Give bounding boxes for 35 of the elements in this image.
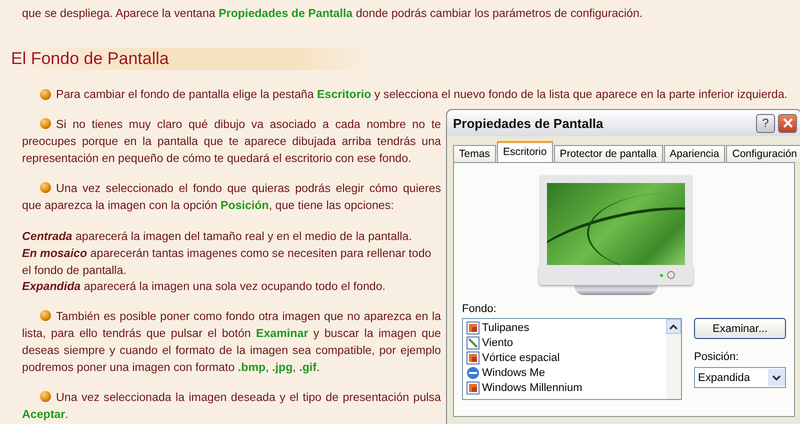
list-item[interactable]: Viento xyxy=(466,335,663,350)
paragraph: Si no tienes muy claro qué dibujo va asociado a cada nombre no te preocupes porque en la pantalla que te aparece dibujada arriba tendrás una representación en pequeño de cómo te quedará el escritorio con ese fondo. xyxy=(22,117,441,168)
paragraph: Una vez seleccionada la imagen deseada y el tipo de presentación pulsa Aceptar. xyxy=(22,390,441,424)
tab[interactable]: Configuración xyxy=(726,145,800,162)
scroll-up-icon[interactable] xyxy=(666,319,681,334)
tab[interactable]: Escritorio xyxy=(496,141,553,162)
list-item[interactable]: Windows Me xyxy=(466,365,663,380)
position-dropdown[interactable]: Expandida xyxy=(694,367,786,388)
paragraph: que se despliega. Aparece la ventana Propiedades de Pantalla donde podrás cambiar los parámetros de configuración. xyxy=(22,6,644,22)
window-title: Propiedades de Pantalla xyxy=(453,116,604,130)
definition-text: Expandida aparecerá la imagen una sola vez ocupando todo el fondo. xyxy=(22,279,387,296)
tab[interactable]: Protector de pantalla xyxy=(554,145,663,162)
dropdown-caret-icon xyxy=(768,369,785,386)
web-page-icon xyxy=(466,366,480,380)
field-label: Fondo: xyxy=(462,303,498,315)
picture-file-icon xyxy=(466,336,480,350)
image-file-icon xyxy=(466,380,480,394)
image-file-icon xyxy=(466,350,480,364)
definition-text: En mosaico aparecerán tantas imagenes como se necesiten para rellenar todo el fondo de pantalla. xyxy=(22,246,432,279)
field-label: Posición: xyxy=(694,351,740,363)
close-icon xyxy=(782,117,794,129)
image-file-icon xyxy=(466,320,480,334)
tab[interactable]: Temas xyxy=(453,145,496,162)
bullet-icon xyxy=(40,89,51,100)
list-item[interactable]: Windows Millennium xyxy=(466,380,663,395)
tab[interactable]: Apariencia xyxy=(664,145,726,162)
help-button[interactable]: ? xyxy=(756,114,775,132)
definition-text: Centrada aparecerá la imagen del tamaño real y en el medio de la pantalla. xyxy=(22,228,413,245)
paragraph: También es posible poner como fondo otra imagen que no aparezca en la lista, para ello tendrás que pulsar el botón Examinar y buscar la imagen que deseas siempre y cuando el formato de la imagen sea compatible, por ejemplo podremos poner una imagen con formato .bmp, .jpg, .gif. xyxy=(22,309,441,376)
paragraph: Para cambiar el fondo de pantalla elige la pestaña Escritorio y selecciona el nuevo fondo de la lista que aparece en la parte inferior izquierda. xyxy=(56,87,788,103)
paragraph: Una vez seleccionado el fondo que quieras podrás elegir cómo quieres que aparezca la imagen con la opción Posición, que tiene las opciones: xyxy=(22,181,441,215)
list-item[interactable]: Tulipanes xyxy=(466,320,663,335)
browse-button[interactable]: Examinar... xyxy=(694,318,786,339)
close-button[interactable] xyxy=(778,114,797,132)
list-item[interactable]: Vórtice espacial xyxy=(466,350,663,365)
